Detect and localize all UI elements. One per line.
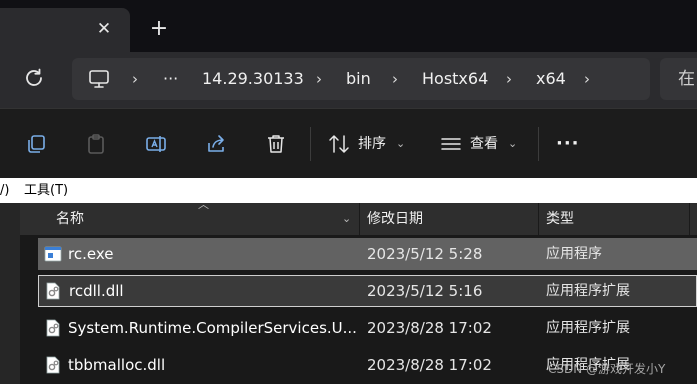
column-divider[interactable]: [359, 203, 360, 235]
chevron-right-icon[interactable]: ›: [584, 58, 590, 100]
file-date: 2023/8/28 17:02: [367, 356, 492, 374]
breadcrumb-version[interactable]: 14.29.30133: [202, 58, 304, 100]
share-icon[interactable]: [205, 133, 227, 155]
dll-file-icon: [46, 319, 60, 337]
file-name[interactable]: rcdll.dll: [69, 275, 124, 307]
sort-icon[interactable]: [328, 133, 350, 155]
dll-file-icon: [46, 282, 60, 300]
file-row[interactable]: System.Runtime.CompilerServices.U... 202…: [38, 312, 697, 344]
paste-icon[interactable]: [85, 133, 107, 155]
close-icon[interactable]: ✕: [93, 18, 115, 40]
delete-icon[interactable]: [265, 133, 287, 155]
chevron-down-icon[interactable]: ⌄: [508, 133, 517, 155]
rename-icon[interactable]: [145, 133, 167, 155]
exe-file-icon: [44, 246, 62, 262]
file-date: 2023/8/28 17:02: [367, 319, 492, 337]
file-row[interactable]: rcdll.dll 2023/5/12 5:16 应用程序扩展: [38, 275, 697, 307]
column-divider[interactable]: [538, 203, 539, 235]
command-bar: 排序 ⌄ 查看 ⌄ ···: [0, 108, 697, 178]
view-button[interactable]: 查看: [470, 133, 498, 155]
column-header-type[interactable]: 类型: [546, 203, 574, 235]
view-icon[interactable]: [440, 133, 462, 155]
plus-icon[interactable]: +: [148, 18, 170, 40]
navigation-pane-edge[interactable]: [0, 203, 20, 384]
chevron-right-icon[interactable]: ›: [316, 58, 322, 100]
file-name[interactable]: rc.exe: [68, 238, 113, 270]
more-options-button[interactable]: ···: [556, 133, 580, 155]
file-date: 2023/5/12 5:16: [367, 282, 483, 300]
chevron-down-icon[interactable]: ⌄: [342, 203, 351, 235]
copy-icon[interactable]: [25, 133, 47, 155]
menu-item-partial[interactable]: /): [0, 178, 9, 203]
file-list: ︿ 名称 ⌄ 修改日期 类型 rc.exe 2023/5/12 5:28 应用程…: [0, 199, 697, 384]
file-row[interactable]: rc.exe 2023/5/12 5:28 应用程序: [38, 238, 697, 270]
chevron-right-icon[interactable]: ›: [506, 58, 512, 100]
column-header-row: ︿ 名称 ⌄ 修改日期 类型: [20, 199, 697, 235]
column-divider[interactable]: [689, 203, 690, 235]
breadcrumb-bin[interactable]: bin: [346, 58, 371, 100]
file-name[interactable]: System.Runtime.CompilerServices.U...: [68, 312, 357, 344]
menu-item-tools[interactable]: 工具(T): [24, 178, 68, 203]
toolbar-divider: [538, 127, 539, 161]
file-type: 应用程序扩展: [546, 283, 630, 299]
navigation-bar: › ··· 14.29.30133 › bin › Hostx64 › x64 …: [0, 52, 697, 108]
sort-ascending-icon: ︿: [198, 198, 209, 211]
chevron-down-icon[interactable]: ⌄: [396, 133, 405, 155]
menu-strip: /) 工具(T): [0, 178, 697, 203]
dll-file-icon: [46, 356, 60, 374]
search-input[interactable]: 在: [660, 58, 697, 100]
breadcrumb-overflow[interactable]: ···: [163, 58, 178, 100]
breadcrumb-x64[interactable]: x64: [536, 58, 566, 100]
file-type: 应用程序: [546, 246, 602, 262]
column-header-date[interactable]: 修改日期: [367, 203, 423, 235]
search-placeholder: 在: [678, 69, 695, 89]
title-bar: ✕ +: [0, 0, 697, 52]
this-pc-icon[interactable]: [88, 69, 110, 89]
breadcrumb-hostx64[interactable]: Hostx64: [422, 58, 488, 100]
watermark: CSDN @游戏开发小Y: [548, 362, 666, 376]
file-date: 2023/5/12 5:28: [367, 245, 483, 263]
sort-button[interactable]: 排序: [358, 133, 386, 155]
refresh-icon[interactable]: [22, 66, 46, 90]
toolbar-divider: [310, 127, 311, 161]
file-name[interactable]: tbbmalloc.dll: [68, 349, 165, 381]
file-type: 应用程序扩展: [546, 320, 630, 336]
chevron-right-icon[interactable]: ›: [132, 58, 138, 100]
active-tab[interactable]: ✕: [0, 8, 130, 52]
chevron-right-icon[interactable]: ›: [392, 58, 398, 100]
column-header-name[interactable]: 名称: [56, 203, 84, 235]
address-bar[interactable]: › ··· 14.29.30133 › bin › Hostx64 › x64 …: [72, 58, 650, 100]
